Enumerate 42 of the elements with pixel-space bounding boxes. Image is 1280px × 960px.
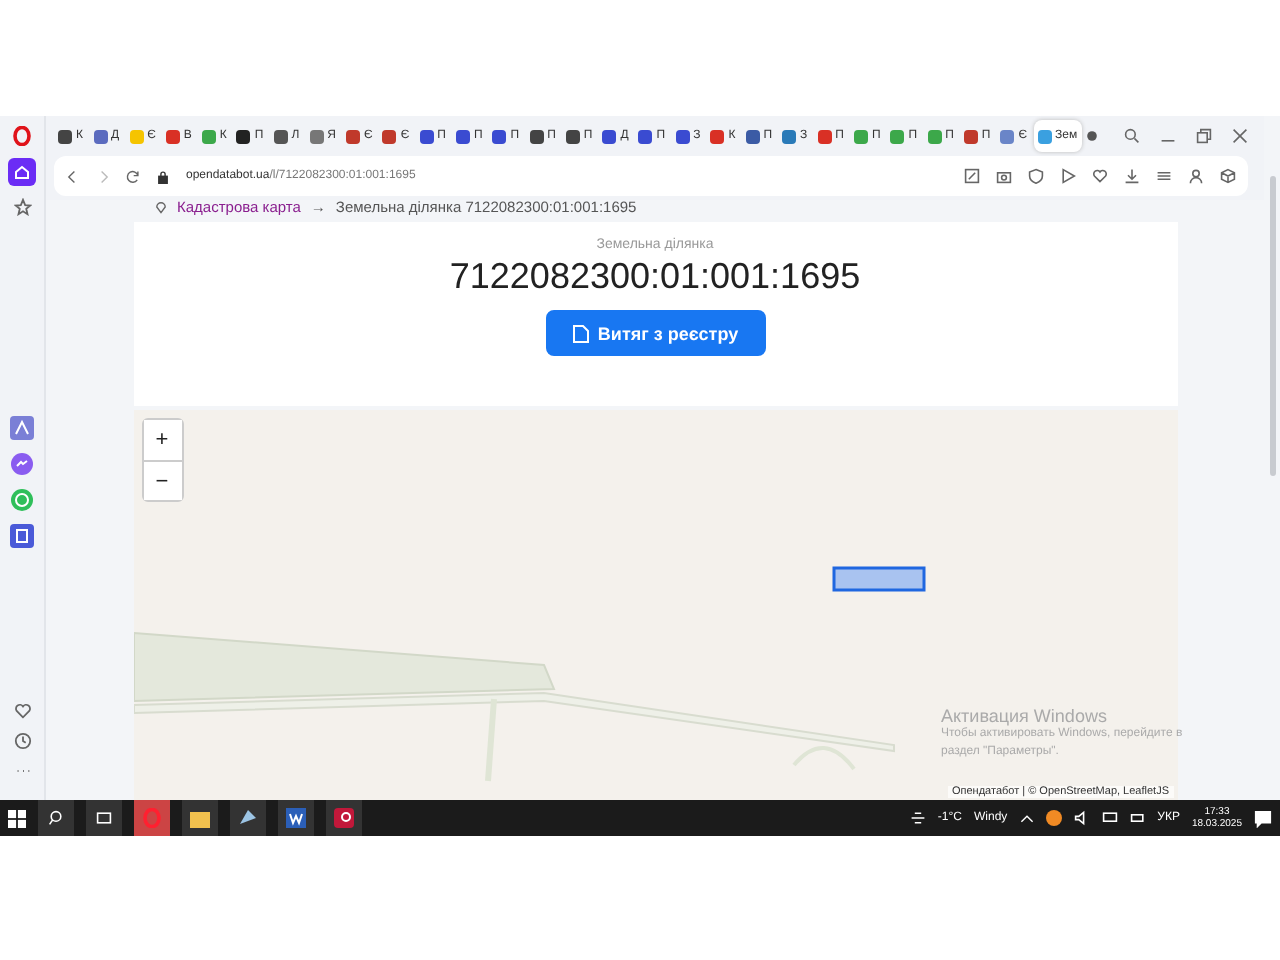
app-icon[interactable] — [10, 524, 34, 548]
zoom-out-button[interactable]: − — [143, 460, 181, 500]
search-icon[interactable] — [48, 810, 64, 826]
user-icon[interactable] — [1188, 168, 1204, 184]
edit-icon[interactable] — [964, 168, 980, 184]
app-icon[interactable] — [238, 808, 258, 828]
chevron-up-icon[interactable] — [1019, 811, 1034, 825]
play-icon[interactable] — [1060, 168, 1076, 184]
parcel-outline[interactable] — [831, 566, 925, 592]
scrollbar-thumb[interactable] — [1269, 176, 1275, 476]
browser-logo-icon[interactable] — [12, 126, 32, 146]
messenger-icon[interactable] — [10, 452, 34, 476]
camera-icon[interactable] — [996, 168, 1012, 184]
heart-icon[interactable] — [13, 702, 31, 720]
task-view-icon[interactable] — [96, 810, 112, 826]
cadastral-number: 7122082300:01:001:1695 — [449, 256, 861, 298]
notification-icon[interactable] — [1254, 809, 1272, 827]
battery-icon[interactable] — [1129, 810, 1146, 826]
star-icon[interactable] — [13, 198, 31, 216]
folder-icon[interactable] — [190, 809, 210, 827]
heart-icon[interactable] — [1092, 168, 1108, 184]
app-icon[interactable] — [1045, 810, 1062, 826]
history-icon[interactable] — [13, 732, 31, 750]
shield-icon[interactable] — [1028, 168, 1044, 184]
activation-title: Активация Windows — [941, 706, 1109, 726]
home-icon[interactable] — [8, 158, 36, 186]
download-icon[interactable] — [1124, 168, 1140, 184]
word-icon[interactable] — [286, 808, 306, 828]
monitor-icon[interactable] — [1101, 810, 1118, 826]
close-icon[interactable] — [1232, 128, 1248, 144]
lock-icon[interactable] — [156, 169, 170, 183]
menu-icon[interactable] — [1156, 168, 1172, 184]
speaker-icon[interactable] — [1073, 810, 1090, 826]
app-icon[interactable] — [334, 808, 354, 828]
pdf-document-icon — [571, 323, 590, 343]
cube-icon[interactable] — [1220, 168, 1236, 184]
extract-button[interactable]: Витяг з реєстру — [545, 310, 765, 356]
start-icon[interactable] — [8, 809, 26, 827]
reload-icon[interactable] — [126, 169, 140, 183]
back-icon[interactable] — [66, 169, 80, 183]
location-pin-icon[interactable] — [153, 200, 167, 213]
restore-icon[interactable] — [1196, 128, 1212, 144]
